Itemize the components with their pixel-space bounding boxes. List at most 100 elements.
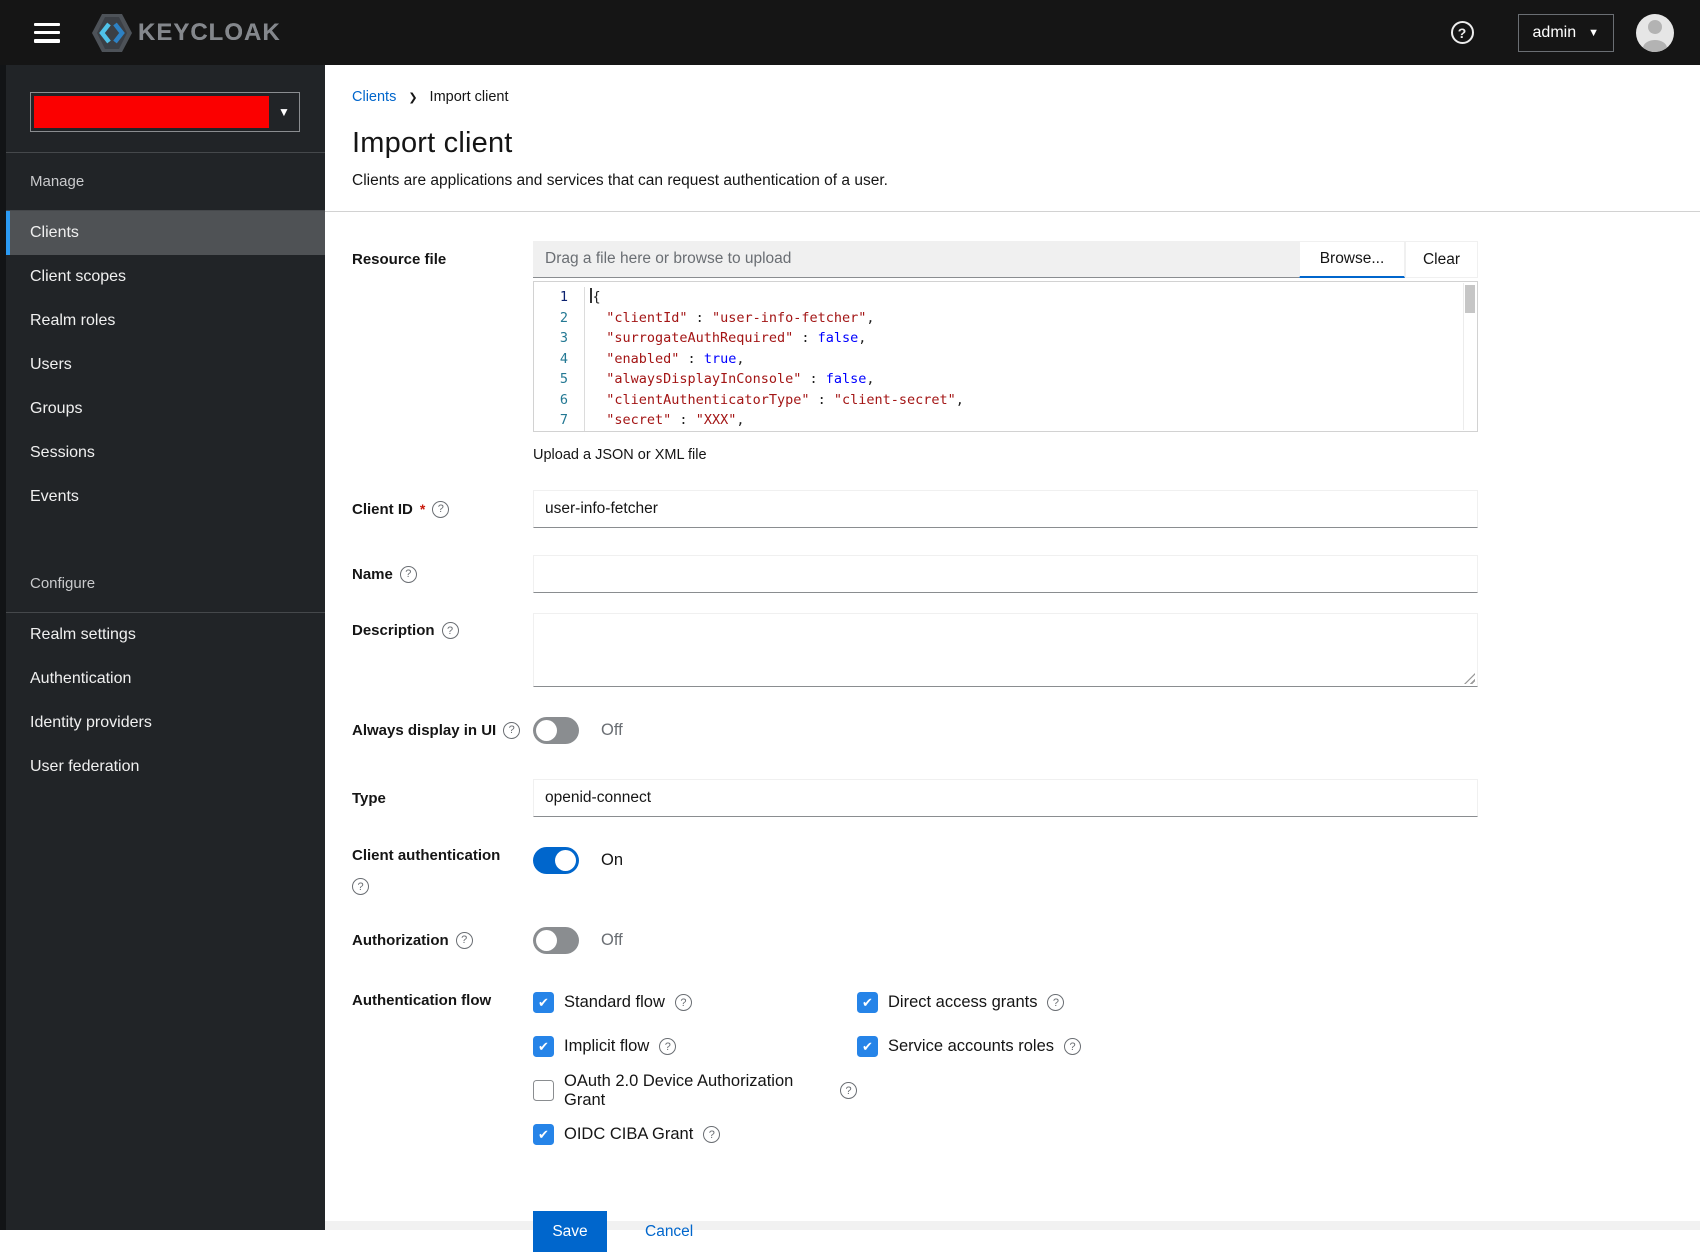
code-token: , bbox=[866, 371, 875, 387]
chevron-right-icon: ❯ bbox=[408, 91, 418, 104]
auth-flow-label: Authentication flow bbox=[352, 992, 492, 1009]
text-cursor bbox=[590, 288, 592, 303]
checkbox-checked-icon[interactable]: ✔ bbox=[533, 1124, 554, 1145]
sidebar-item-clients[interactable]: Clients bbox=[6, 211, 325, 255]
sidebar-item-realm-settings[interactable]: Realm settings bbox=[6, 613, 325, 657]
sidebar-item-users[interactable]: Users bbox=[6, 343, 325, 387]
checkbox-label: Service accounts roles bbox=[888, 1037, 1054, 1055]
breadcrumb-clients-link[interactable]: Clients bbox=[352, 89, 396, 105]
avatar[interactable] bbox=[1636, 13, 1674, 52]
json-code-editor[interactable]: 1{2 "clientId" : "user-info-fetcher", 3 "… bbox=[533, 281, 1478, 432]
resize-handle[interactable] bbox=[1464, 673, 1475, 684]
always-display-label: Always display in UI bbox=[352, 721, 497, 739]
checkbox-checked-icon[interactable]: ✔ bbox=[533, 992, 554, 1013]
description-textarea[interactable] bbox=[533, 613, 1478, 687]
code-token: "alwaysDisplayInConsole" bbox=[606, 371, 802, 387]
help-icon[interactable]: ? bbox=[659, 1038, 677, 1055]
client-id-label: Client ID bbox=[352, 500, 413, 518]
sidebar-item-client-scopes[interactable]: Client scopes bbox=[6, 255, 325, 299]
help-icon[interactable]: ? bbox=[1064, 1038, 1081, 1055]
page-subtitle: Clients are applications and services th… bbox=[352, 172, 888, 189]
checkbox-checked-icon[interactable]: ✔ bbox=[857, 1036, 878, 1057]
authflow-col-1: ✔ Standard flow? ✔ Implicit flow? OAuth 2.0 … bbox=[533, 989, 857, 1165]
keycloak-hexagon-icon bbox=[92, 13, 132, 52]
type-input[interactable] bbox=[533, 779, 1478, 817]
checkbox-label: Direct access grants bbox=[888, 993, 1038, 1011]
help-icon[interactable]: ? bbox=[399, 565, 417, 583]
cancel-link[interactable]: Cancel bbox=[645, 1223, 693, 1241]
line-number: 3 bbox=[559, 330, 568, 346]
name-input[interactable] bbox=[533, 555, 1478, 593]
sidebar-item-groups[interactable]: Groups bbox=[6, 387, 325, 431]
code-token: , bbox=[866, 309, 875, 326]
checkbox-item-direct-access-grants[interactable]: ✔ Direct access grants? bbox=[857, 989, 1081, 1016]
code-token: false bbox=[817, 330, 859, 346]
help-icon[interactable]: ? bbox=[455, 931, 473, 949]
client-id-input[interactable] bbox=[533, 490, 1478, 528]
user-menu-dropdown[interactable]: admin ▼ bbox=[1517, 13, 1614, 52]
help-icon[interactable]: ? bbox=[1047, 994, 1065, 1011]
code-line: 5 "alwaysDisplayInConsole" : false, bbox=[534, 369, 1477, 390]
checkbox-label: OAuth 2.0 Device Authorization Grant bbox=[564, 1071, 794, 1109]
always-display-toggle[interactable] bbox=[533, 716, 579, 744]
editor-scrollbar[interactable] bbox=[1463, 283, 1476, 430]
sidebar-item-sessions[interactable]: Sessions bbox=[6, 431, 325, 475]
checkbox-item-implicit-flow[interactable]: ✔ Implicit flow? bbox=[533, 1033, 857, 1060]
code-token: false bbox=[825, 371, 867, 387]
code-token: , bbox=[736, 412, 745, 428]
nav-section-title-manage: Manage bbox=[30, 173, 85, 190]
client-id-row: Client ID * ? bbox=[352, 490, 1700, 528]
help-icon[interactable]: ? bbox=[703, 1126, 721, 1143]
code-token: "secret" bbox=[606, 412, 672, 428]
realm-selector-dropdown[interactable]: ▼ bbox=[30, 92, 300, 132]
name-row: Name ? bbox=[352, 555, 1700, 593]
description-label: Description bbox=[352, 622, 435, 639]
checkbox-label: Standard flow bbox=[564, 993, 665, 1011]
checkbox-item-oidc-ciba-grant[interactable]: ✔ OIDC CIBA Grant? bbox=[533, 1121, 857, 1148]
checkbox-item-standard-flow[interactable]: ✔ Standard flow? bbox=[533, 989, 857, 1016]
sidebar-item-identity-providers[interactable]: Identity providers bbox=[6, 701, 325, 745]
file-upload-dropzone[interactable]: Drag a file here or browse to upload bbox=[533, 241, 1299, 278]
help-icon[interactable]: ? bbox=[1450, 21, 1474, 44]
checkbox-item-service-accounts-roles[interactable]: ✔ Service accounts roles? bbox=[857, 1033, 1081, 1060]
checkbox-checked-icon[interactable]: ✔ bbox=[857, 992, 878, 1013]
line-number: 5 bbox=[559, 371, 568, 387]
checkbox-unchecked-icon[interactable] bbox=[533, 1080, 554, 1101]
code-token: , bbox=[858, 330, 867, 346]
sidebar-item-authentication[interactable]: Authentication bbox=[6, 657, 325, 701]
code-lines: 1{2 "clientId" : "user-info-fetcher", 3 "… bbox=[534, 287, 1477, 431]
user-menu-label: admin bbox=[1532, 23, 1577, 41]
sidebar-item-realm-roles[interactable]: Realm roles bbox=[6, 299, 325, 343]
code-text: "clientAuthenticatorType" : "client-secr… bbox=[584, 389, 964, 410]
authorization-toggle[interactable] bbox=[533, 926, 579, 954]
authorization-label: Authorization bbox=[352, 931, 449, 949]
clear-button[interactable]: Clear bbox=[1405, 241, 1478, 278]
masthead: KEYCLOAK ? admin ▼ bbox=[0, 0, 1700, 65]
help-icon[interactable]: ? bbox=[674, 994, 692, 1011]
realm-name-redacted bbox=[34, 96, 269, 128]
save-button[interactable]: Save bbox=[533, 1211, 607, 1252]
header-divider bbox=[325, 211, 1700, 212]
browse-button[interactable]: Browse... bbox=[1299, 241, 1405, 278]
code-text: "enabled" : true, bbox=[584, 348, 744, 369]
code-token: "clientAuthenticatorType" bbox=[606, 391, 810, 408]
editor-scrollbar-thumb[interactable] bbox=[1465, 285, 1475, 313]
code-text: "secret" : "XXX", bbox=[584, 410, 744, 431]
checkbox-checked-icon[interactable]: ✔ bbox=[533, 1036, 554, 1057]
help-icon[interactable]: ? bbox=[432, 500, 450, 518]
help-icon[interactable]: ? bbox=[441, 622, 459, 639]
resource-file-row: Resource file Drag a file here or browse… bbox=[352, 241, 1700, 463]
help-icon[interactable]: ? bbox=[352, 878, 369, 895]
client-auth-toggle[interactable] bbox=[533, 846, 579, 874]
nav-toggle-hamburger-icon[interactable] bbox=[34, 22, 60, 43]
checkbox-item-oauth-2-0-device-authorization-grant[interactable]: OAuth 2.0 Device Authorization Grant? bbox=[533, 1072, 857, 1109]
help-icon[interactable]: ? bbox=[840, 1082, 857, 1099]
always-display-row: Always display in UI ? Off bbox=[352, 711, 1700, 749]
sidebar-item-events[interactable]: Events bbox=[6, 475, 325, 519]
sidebar-item-user-federation[interactable]: User federation bbox=[6, 745, 325, 789]
required-asterisk: * bbox=[419, 501, 426, 517]
help-icon[interactable]: ? bbox=[503, 721, 521, 739]
